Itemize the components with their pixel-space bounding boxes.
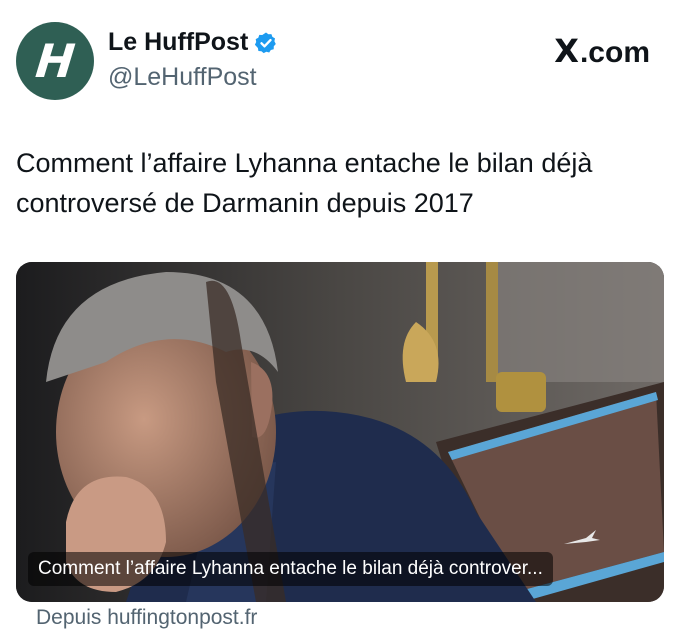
avatar[interactable]: H	[16, 22, 94, 100]
author-block: Le HuffPost @LeHuffPost	[108, 28, 278, 92]
name-row: Le HuffPost	[108, 28, 278, 57]
x-logo-icon: X	[554, 32, 579, 70]
tweet-text: Comment l’affaire Lyhanna entache le bil…	[16, 148, 593, 218]
avatar-letter: H	[32, 34, 78, 88]
link-card[interactable]: Comment l’affaire Lyhanna entache le bil…	[16, 262, 664, 602]
verified-badge-icon	[255, 32, 277, 53]
source-link[interactable]: Depuis huffingtonpost.fr	[36, 606, 257, 630]
x-com-logo: X .com	[554, 32, 650, 70]
news-photo	[16, 262, 664, 602]
card-caption: Comment l’affaire Lyhanna entache le bil…	[28, 552, 553, 586]
display-name[interactable]: Le HuffPost	[108, 28, 248, 57]
logo-suffix: .com	[579, 36, 650, 69]
tweet-header: H Le HuffPost @LeHuffPost X .com	[16, 22, 664, 102]
account-handle[interactable]: @LeHuffPost	[108, 63, 278, 92]
